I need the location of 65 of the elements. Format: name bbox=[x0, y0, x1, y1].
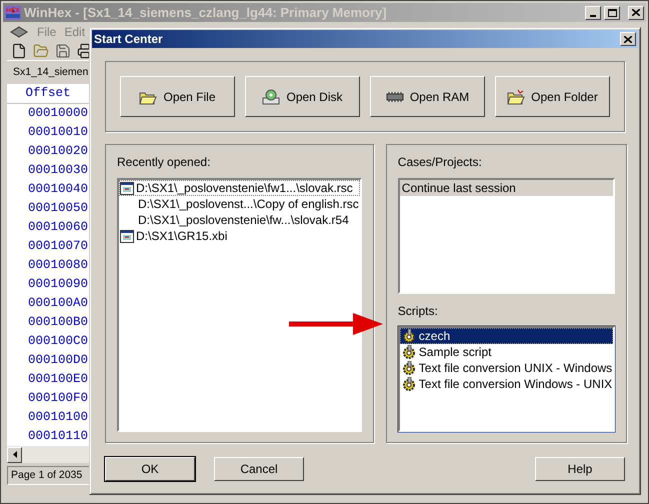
gear-icon bbox=[400, 361, 417, 375]
list-item[interactable]: Text file conversion Windows - UNIX bbox=[400, 376, 614, 392]
offset-cell-text: 00010020 bbox=[26, 143, 89, 160]
open-button[interactable]: Open Folder bbox=[495, 76, 610, 117]
offset-cell-text: 00010100 bbox=[26, 409, 89, 426]
close-button[interactable] bbox=[620, 32, 636, 46]
list-item[interactable]: czech bbox=[400, 328, 614, 344]
close-button[interactable] bbox=[628, 6, 644, 20]
minimize-button[interactable] bbox=[585, 6, 601, 20]
open-button[interactable]: Open File bbox=[120, 76, 235, 117]
list-item[interactable]: D:\SX1\_poslovenstenie\fw1...\slovak.rsc bbox=[119, 180, 360, 196]
offset-cell-text: 00010070 bbox=[26, 238, 89, 256]
dialog-button[interactable]: Cancel bbox=[214, 457, 304, 481]
offset-cell-text: 00010030 bbox=[26, 162, 89, 180]
list-item[interactable]: Continue last session bbox=[400, 180, 614, 196]
status-bar: Page 1 of 2035 bbox=[7, 466, 89, 485]
open-button[interactable]: Open RAM bbox=[370, 76, 485, 117]
list-item[interactable]: D:\SX1\_poslovenstenie\fw...\slovak.r54 bbox=[119, 212, 360, 228]
dialog-button[interactable]: OK bbox=[105, 457, 195, 481]
offset-cell-text: 00010050 bbox=[26, 200, 89, 218]
offset-cell-text: 000100E0 bbox=[26, 371, 89, 388]
save-icon[interactable] bbox=[55, 43, 71, 59]
folder-icon[interactable] bbox=[33, 43, 49, 59]
arrow-icon bbox=[289, 313, 383, 335]
maximize-button[interactable] bbox=[604, 6, 620, 20]
offset-cell-text: 00010090 bbox=[26, 276, 89, 294]
recent-list[interactable]: D:\SX1\_poslovenstenie\fw1...\slovak.rsc D:\SX1\_poslovenst...\Copy of english.rsc D:\SX1\_poslovenstenie\fw...\slovak.r54 D:\SX1\GR15.xbi bbox=[117, 178, 362, 432]
left-arrow-icon bbox=[12, 451, 16, 458]
scrollbar[interactable] bbox=[7, 446, 89, 463]
list-item[interactable]: Text file conversion UNIX - Windows bbox=[400, 360, 614, 376]
window-icon bbox=[120, 182, 134, 194]
offset-cell-text: 000100A0 bbox=[26, 295, 89, 312]
scripts-label: Scripts: bbox=[398, 303, 439, 320]
offset-cell-text: 00010110 bbox=[26, 428, 89, 446]
close-icon bbox=[624, 36, 632, 42]
offset-cell-text: 00010010 bbox=[26, 124, 89, 142]
app-logo-icon bbox=[5, 6, 21, 20]
list-item[interactable]: Sample script bbox=[400, 344, 614, 360]
dialog-button[interactable]: Help bbox=[535, 457, 625, 481]
list-item[interactable]: D:\SX1\_poslovenst...\Copy of english.rsc bbox=[119, 196, 360, 212]
offset-cell-text: 00010000 bbox=[26, 105, 89, 122]
offset-cell-text: 00010080 bbox=[26, 257, 89, 274]
offset-cell-text: 000100B0 bbox=[26, 314, 89, 332]
gear-icon bbox=[400, 345, 417, 359]
recent-label: Recently opened: bbox=[117, 154, 212, 171]
disk-icon bbox=[262, 88, 280, 104]
open-button[interactable]: Open Disk bbox=[245, 76, 360, 117]
gear-icon bbox=[400, 329, 417, 343]
window-icon bbox=[120, 230, 134, 242]
offset-cell-text: 000100D0 bbox=[26, 352, 89, 370]
list-item[interactable]: D:\SX1\GR15.xbi bbox=[119, 228, 360, 244]
cases-list[interactable]: Continue last session bbox=[398, 178, 616, 294]
folder-icon bbox=[507, 88, 526, 104]
close-icon bbox=[632, 9, 640, 16]
scripts-list[interactable]: czech Sample script Text file conversion UNIX - Windows Text file conversion Windows - UNIX bbox=[398, 326, 616, 432]
new-file-icon[interactable] bbox=[11, 43, 27, 59]
cases-label: Cases/Projects: bbox=[398, 154, 483, 171]
offset-cell-text: 000100C0 bbox=[26, 333, 89, 350]
gear-icon bbox=[400, 377, 417, 391]
minimize-icon bbox=[590, 14, 596, 16]
dialog-title: Start Center bbox=[94, 31, 164, 48]
offset-cell-text: 000100F0 bbox=[26, 390, 89, 408]
offset-cell-text: 00010040 bbox=[26, 181, 89, 198]
offset-cell-text: 00010060 bbox=[26, 219, 89, 236]
maximize-icon bbox=[608, 8, 616, 16]
